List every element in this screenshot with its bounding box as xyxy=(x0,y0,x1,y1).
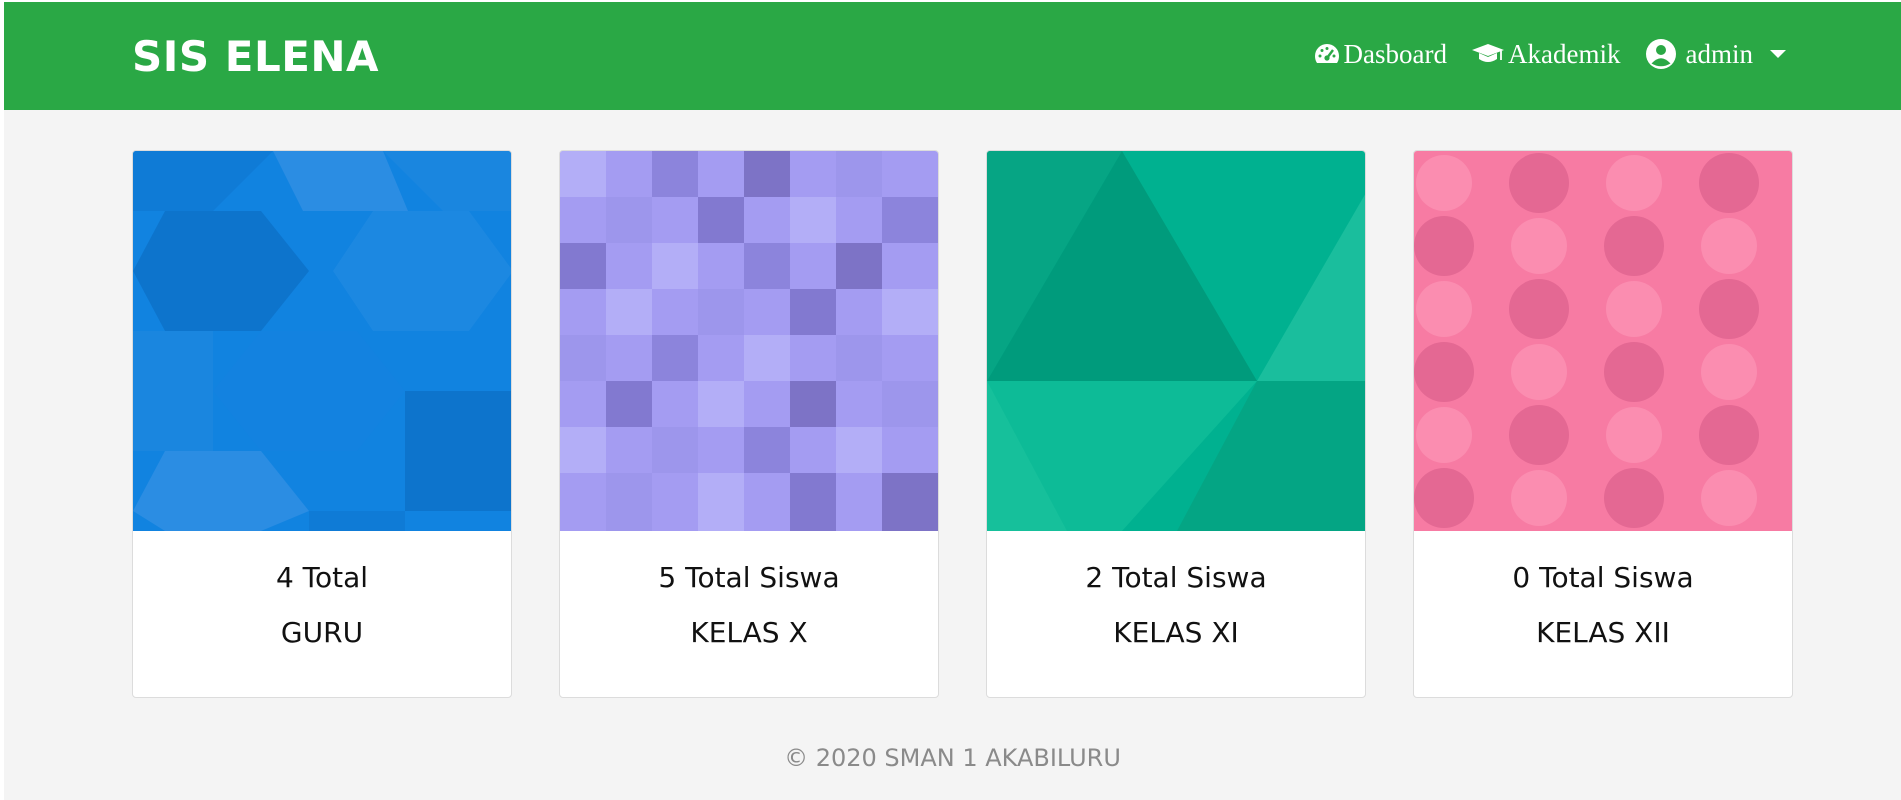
card-pattern-image xyxy=(133,151,511,531)
card-subtitle: GURU xyxy=(280,616,364,649)
card-title: 2 Total Siswa xyxy=(1085,561,1267,594)
user-circle-icon xyxy=(1645,38,1677,70)
card-subtitle: KELAS XI xyxy=(1113,616,1239,649)
card-title: 5 Total Siswa xyxy=(658,561,840,594)
nav-item-admin[interactable]: admin xyxy=(1645,38,1786,70)
nav-item-akademik-label: Akademik xyxy=(1508,38,1621,69)
nav-item-admin-label: admin xyxy=(1685,38,1754,69)
card-body: 0 Total Siswa KELAS XII xyxy=(1414,531,1792,649)
nav-links: Dasboard Akademik admin xyxy=(1313,38,1786,70)
stat-card-kelas-x[interactable]: 5 Total Siswa KELAS X xyxy=(559,150,939,698)
stat-card-guru[interactable]: 4 Total GURU xyxy=(132,150,512,698)
nav-item-dasboard[interactable]: Dasboard xyxy=(1313,39,1447,70)
nav-item-akademik[interactable]: Akademik xyxy=(1471,38,1621,70)
tachometer-icon xyxy=(1313,42,1341,66)
graduation-cap-icon xyxy=(1471,42,1505,66)
card-pattern-image xyxy=(560,151,938,531)
card-title: 0 Total Siswa xyxy=(1512,561,1694,594)
card-body: 4 Total GURU xyxy=(133,531,511,649)
page-frame: SIS ELENA Dasboard Akademik admin 4 Tota… xyxy=(4,2,1901,800)
stats-cards: 4 Total GURU 5 Total Siswa KELAS X 2 Tot… xyxy=(132,150,1793,698)
card-body: 5 Total Siswa KELAS X xyxy=(560,531,938,649)
footer-copyright: © 2020 SMAN 1 AKABILURU xyxy=(784,744,1121,772)
stat-card-kelas-xi[interactable]: 2 Total Siswa KELAS XI xyxy=(986,150,1366,698)
top-navbar: SIS ELENA Dasboard Akademik admin xyxy=(4,2,1901,110)
card-pattern-image xyxy=(987,151,1365,531)
nav-item-dasboard-label: Dasboard xyxy=(1343,38,1448,69)
card-title: 4 Total xyxy=(275,561,369,594)
chevron-down-icon xyxy=(1770,50,1786,58)
stat-card-kelas-xii[interactable]: 0 Total Siswa KELAS XII xyxy=(1413,150,1793,698)
brand-logo[interactable]: SIS ELENA xyxy=(132,32,379,81)
card-subtitle: KELAS XII xyxy=(1536,616,1670,649)
card-pattern-image xyxy=(1414,151,1792,531)
card-subtitle: KELAS X xyxy=(690,616,808,649)
card-body: 2 Total Siswa KELAS XI xyxy=(987,531,1365,649)
